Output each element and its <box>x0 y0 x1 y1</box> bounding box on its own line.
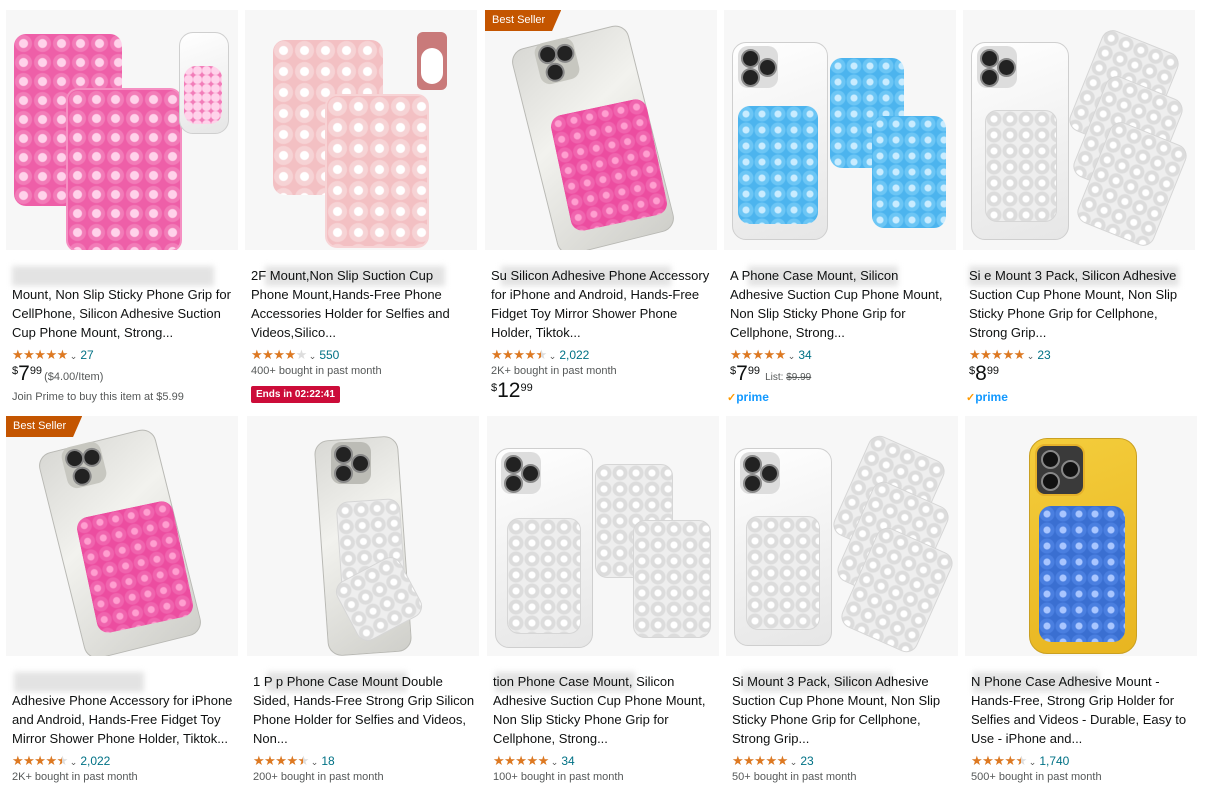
bought-count: 2K+ bought in past month <box>12 771 138 783</box>
product-rating[interactable]: ★★★★★ ★★★★★ ⌄ 23 <box>969 347 1051 363</box>
product-card[interactable]: tion Phone Case Mount, Silicon Adhesive … <box>487 416 719 788</box>
prime-logo: ✓prime <box>966 390 1008 404</box>
deal-badge: Ends in 02:22:41 <box>251 386 340 403</box>
review-count[interactable]: 550 <box>319 348 339 362</box>
star-rating-icon: ★★★★★★★★★★ <box>493 753 549 768</box>
product-image[interactable] <box>726 416 958 656</box>
product-image[interactable] <box>724 10 956 250</box>
product-rating[interactable]: ★★★★★ ★★★★★ ⌄ 2,022 <box>12 753 110 769</box>
chevron-down-icon[interactable]: ⌄ <box>551 757 559 767</box>
bought-count: 50+ bought in past month <box>732 771 857 783</box>
chevron-down-icon[interactable]: ⌄ <box>1029 757 1037 767</box>
product-rating[interactable]: ★★★★★ ★★★★★ ⌄ 18 <box>253 753 335 769</box>
product-rating[interactable]: ★★★★★ ★★★★★ ⌄ 2,022 <box>491 347 589 363</box>
best-seller-badge: Best Seller <box>485 10 562 31</box>
product-price[interactable]: $799List: $9.99 <box>730 362 811 386</box>
product-title[interactable]: A Phone Case Mount, Silicon Adhesive Suc… <box>730 266 952 342</box>
list-price: $9.99 <box>786 372 812 383</box>
product-title[interactable]: Adhesive Phone Accessory for iPhone and … <box>12 672 234 748</box>
product-title[interactable]: Si Mount 3 Pack, Silicon Adhesive Suctio… <box>732 672 954 748</box>
review-count[interactable]: 2,022 <box>559 348 589 362</box>
prime-logo: ✓prime <box>727 390 769 404</box>
product-price[interactable]: $1299 <box>491 379 533 403</box>
product-image[interactable] <box>965 416 1197 656</box>
product-card[interactable]: Si Mount 3 Pack, Silicon Adhesive Suctio… <box>726 416 958 788</box>
review-count[interactable]: 34 <box>561 754 574 768</box>
chevron-down-icon[interactable]: ⌄ <box>549 351 557 361</box>
star-rating-icon: ★★★★★★★★★★ <box>12 347 68 362</box>
chevron-down-icon[interactable]: ⌄ <box>788 351 796 361</box>
product-rating[interactable]: ★★★★★ ★★★★★ ⌄ 34 <box>493 753 575 769</box>
chevron-down-icon[interactable]: ⌄ <box>1027 351 1035 361</box>
bought-count: 500+ bought in past month <box>971 771 1102 783</box>
bought-count: 400+ bought in past month <box>251 365 382 377</box>
chevron-down-icon[interactable]: ⌄ <box>70 757 78 767</box>
product-card[interactable]: 2F Mount,Non Slip Suction Cup Phone Moun… <box>245 10 477 403</box>
product-title[interactable]: Su Silicon Adhesive Phone Accessory for … <box>491 266 713 342</box>
star-rating-icon: ★★★★★★★★★★ <box>969 347 1025 362</box>
product-image[interactable] <box>6 10 238 250</box>
best-seller-badge: Best Seller <box>6 416 83 437</box>
product-card[interactable]: 1 P p Phone Case Mount Double Sided, Han… <box>247 416 479 788</box>
product-card[interactable]: Mount, Non Slip Sticky Phone Grip for Ce… <box>6 10 238 403</box>
star-rating-icon: ★★★★★★★★★★ <box>730 347 786 362</box>
product-rating[interactable]: ★★★★★ ★★★★★ ⌄ 34 <box>730 347 812 363</box>
bought-count: 100+ bought in past month <box>493 771 624 783</box>
product-title[interactable]: Mount, Non Slip Sticky Phone Grip for Ce… <box>12 266 234 342</box>
product-card[interactable]: A Phone Case Mount, Silicon Adhesive Suc… <box>724 10 956 404</box>
star-rating-icon: ★★★★★★★★★★ <box>732 753 788 768</box>
product-title[interactable]: 1 P p Phone Case Mount Double Sided, Han… <box>253 672 475 748</box>
bought-count: 2K+ bought in past month <box>491 365 617 377</box>
bought-count: 200+ bought in past month <box>253 771 384 783</box>
star-rating-icon: ★★★★★★★★★★ <box>251 347 307 362</box>
product-title[interactable]: 2F Mount,Non Slip Suction Cup Phone Moun… <box>251 266 473 342</box>
star-rating-icon: ★★★★★★★★★★ <box>491 347 547 362</box>
product-title[interactable]: Si e Mount 3 Pack, Silicon Adhesive Suct… <box>969 266 1191 342</box>
review-count[interactable]: 2,022 <box>80 754 110 768</box>
star-rating-icon: ★★★★★★★★★★ <box>971 753 1027 768</box>
review-count[interactable]: 23 <box>800 754 813 768</box>
product-image[interactable] <box>487 416 719 656</box>
chevron-down-icon[interactable]: ⌄ <box>790 757 798 767</box>
review-count[interactable]: 27 <box>80 348 93 362</box>
review-count[interactable]: 18 <box>321 754 334 768</box>
product-rating[interactable]: ★★★★★ ★★★★★ ⌄ 27 <box>12 347 94 363</box>
chevron-down-icon[interactable]: ⌄ <box>311 757 319 767</box>
star-rating-icon: ★★★★★★★★★★ <box>12 753 68 768</box>
product-card[interactable]: Best Seller Adhesive Phone Accessory for… <box>6 416 238 788</box>
product-rating[interactable]: ★★★★★ ★★★★★ ⌄ 1,740 <box>971 753 1069 769</box>
review-count[interactable]: 1,740 <box>1039 754 1069 768</box>
product-rating[interactable]: ★★★★★ ★★★★★ ⌄ 23 <box>732 753 814 769</box>
product-price[interactable]: $799 ($4.00/Item) <box>12 362 103 386</box>
star-rating-icon: ★★★★★★★★★★ <box>253 753 309 768</box>
product-price[interactable]: $899 <box>969 362 999 386</box>
unit-price: ($4.00/Item) <box>44 371 104 383</box>
product-card[interactable]: N Phone Case Adhesive Mount - Hands-Free… <box>965 416 1197 788</box>
product-title[interactable]: tion Phone Case Mount, Silicon Adhesive … <box>493 672 715 748</box>
product-image[interactable] <box>963 10 1195 250</box>
review-count[interactable]: 34 <box>798 348 811 362</box>
product-image[interactable]: Best Seller <box>485 10 717 250</box>
product-card[interactable]: Best Seller Su Silicon Adhesive Phone Ac… <box>485 10 717 402</box>
review-count[interactable]: 23 <box>1037 348 1050 362</box>
chevron-down-icon[interactable]: ⌄ <box>309 351 317 361</box>
product-image[interactable] <box>245 10 477 250</box>
prime-price-note: Join Prime to buy this item at $5.99 <box>12 391 184 403</box>
product-image[interactable]: Best Seller <box>6 416 238 656</box>
product-image[interactable] <box>247 416 479 656</box>
chevron-down-icon[interactable]: ⌄ <box>70 351 78 361</box>
product-card[interactable]: Si e Mount 3 Pack, Silicon Adhesive Suct… <box>963 10 1195 404</box>
product-title[interactable]: N Phone Case Adhesive Mount - Hands-Free… <box>971 672 1193 748</box>
product-rating[interactable]: ★★★★★★★★★★⌄550 <box>251 347 339 363</box>
